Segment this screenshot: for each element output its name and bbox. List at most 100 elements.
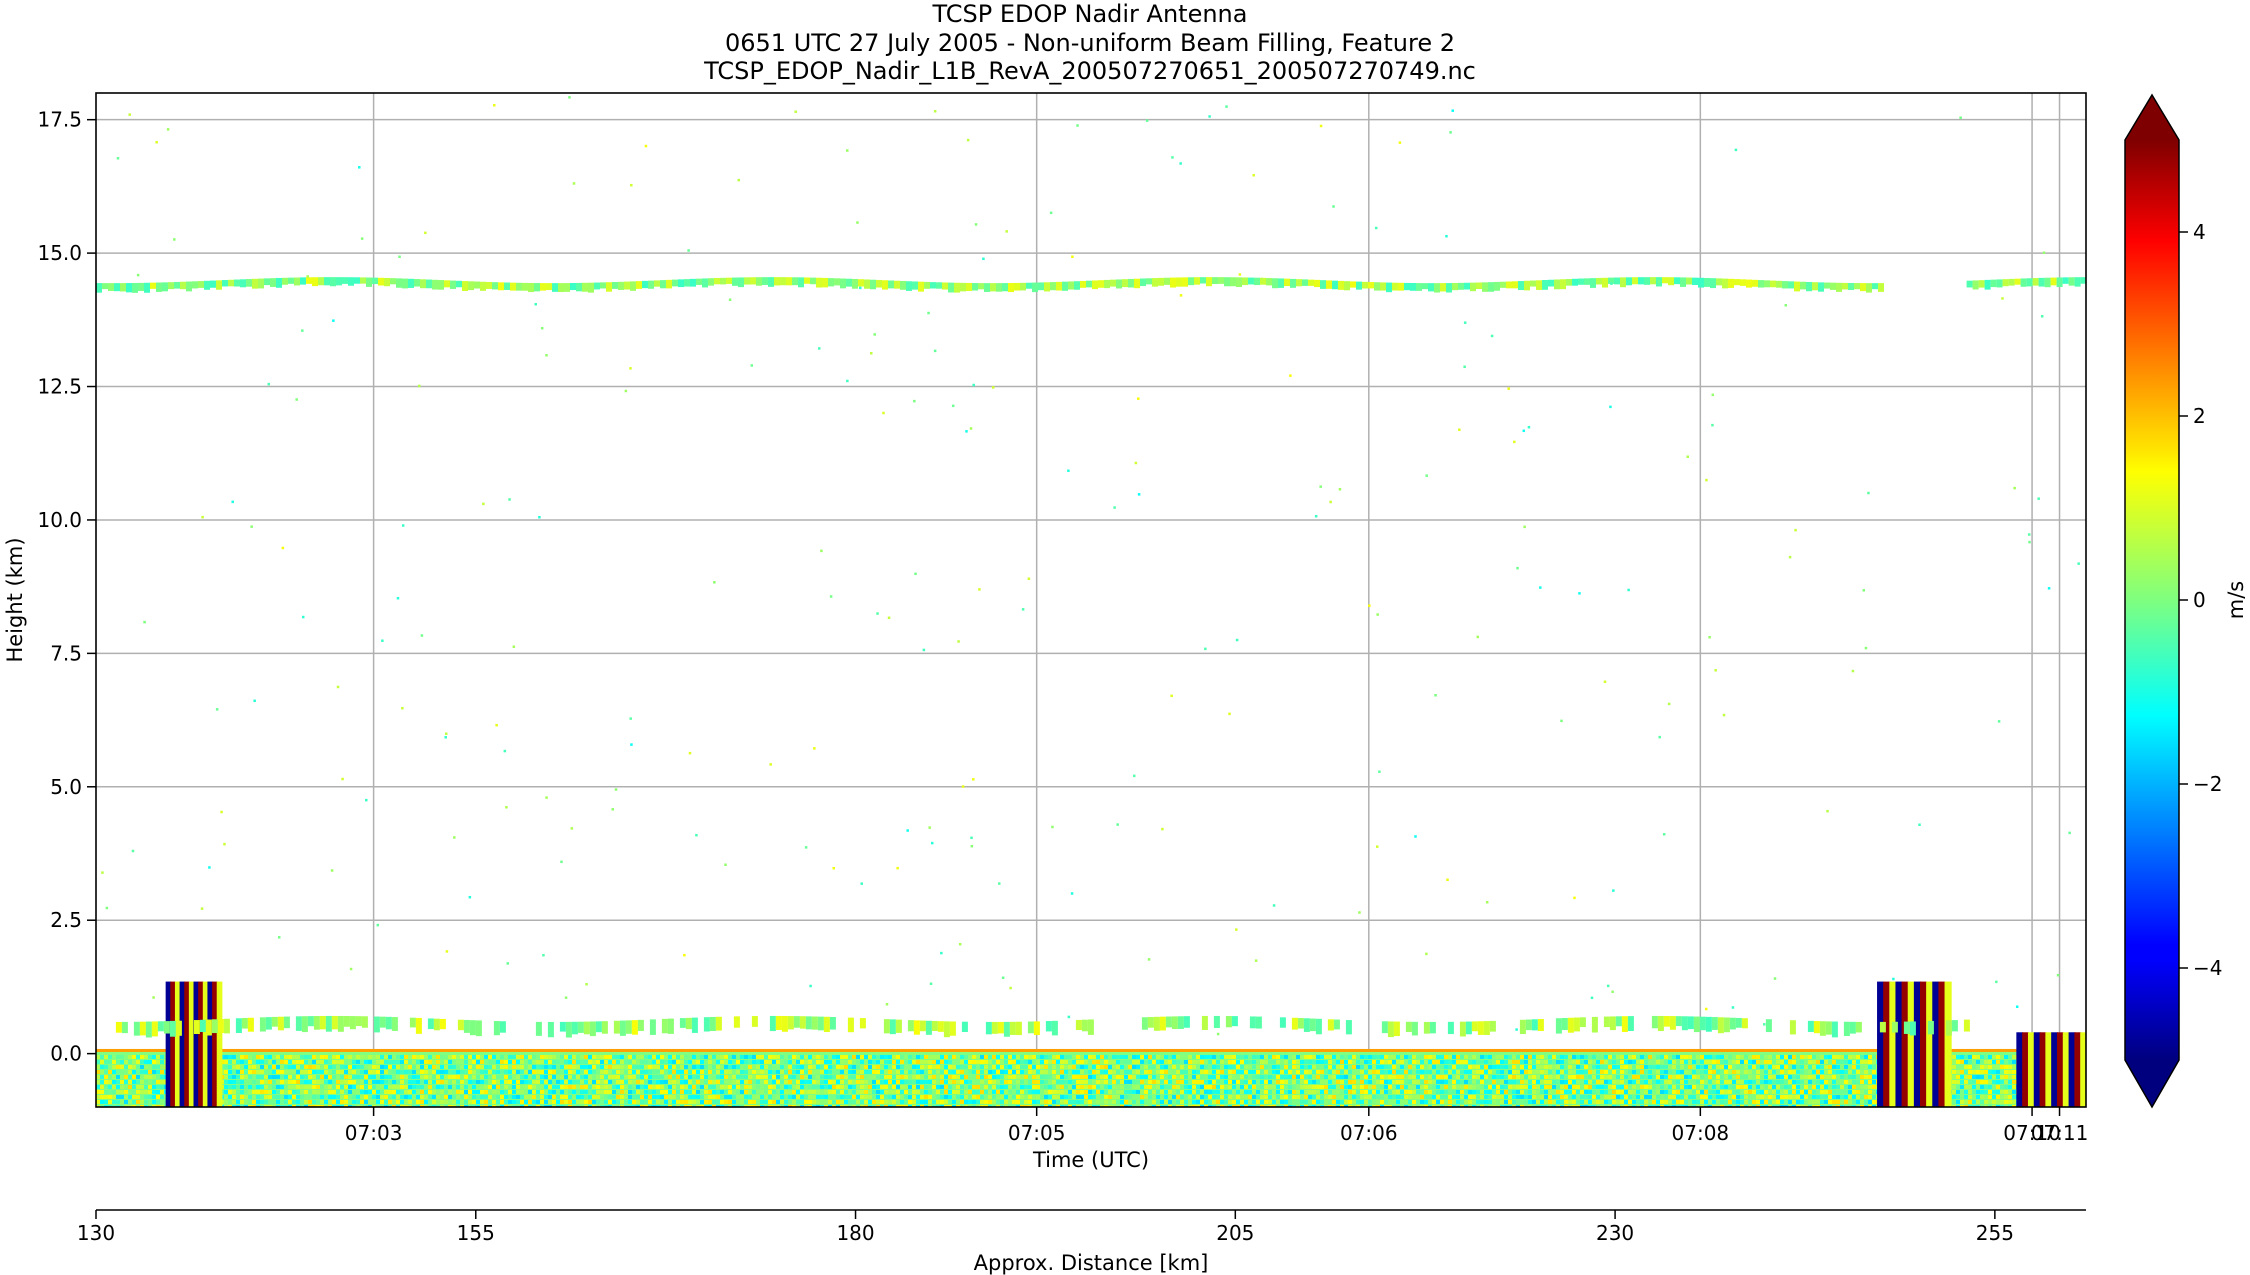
surface-cell [484, 1064, 488, 1069]
surface-cell [692, 1079, 696, 1084]
surface-cell [112, 1059, 116, 1064]
surface-cell [1228, 1089, 1232, 1094]
surface-cell [1208, 1089, 1212, 1094]
surface-cell [476, 1094, 480, 1099]
surface-cell [388, 1059, 392, 1064]
surface-cell [292, 1059, 296, 1064]
surface-cell [1008, 1064, 1012, 1069]
surface-cell [1764, 1094, 1768, 1099]
surface-cell [1312, 1099, 1316, 1104]
surface-cell [1416, 1079, 1420, 1084]
surface-cell [696, 1064, 700, 1069]
surface-cell [1424, 1094, 1428, 1099]
surface-cell [1748, 1069, 1752, 1074]
surface-cell [624, 1094, 628, 1099]
surface-cell [1028, 1069, 1032, 1074]
surface-cell [1340, 1099, 1344, 1104]
surface-cell [1356, 1069, 1360, 1074]
surface-cell [360, 1089, 364, 1094]
surface-cell [1504, 1059, 1508, 1064]
surface-cell [1056, 1054, 1060, 1059]
surface-cell [852, 1079, 856, 1084]
surface-cell [632, 1084, 636, 1089]
surface-cell [1496, 1069, 1500, 1074]
surface-cell [1596, 1084, 1600, 1089]
surface-cell [1384, 1099, 1388, 1104]
surface-cell [1480, 1099, 1484, 1104]
surface-cell [1504, 1089, 1508, 1094]
surface-cell [1096, 1089, 1100, 1094]
surface-cell [916, 1079, 920, 1084]
surface-cell [652, 1069, 656, 1074]
surface-cell [816, 1069, 820, 1074]
surface-cell [496, 1094, 500, 1099]
surface-cell [768, 1069, 772, 1074]
surface-cell [1112, 1099, 1116, 1104]
surface-cell [924, 1099, 928, 1104]
surface-cell [1740, 1064, 1744, 1069]
surface-cell [676, 1054, 680, 1059]
surface-cell [1060, 1059, 1064, 1064]
surface-cell [1408, 1084, 1412, 1089]
surface-cell [444, 1059, 448, 1064]
surface-cell [1276, 1084, 1280, 1089]
surface-cell [236, 1079, 240, 1084]
surface-cell [1348, 1094, 1352, 1099]
surface-cell [552, 1064, 556, 1069]
surface-cell [1132, 1099, 1136, 1104]
surface-cell [908, 1074, 912, 1079]
surface-cell [1868, 1094, 1872, 1099]
surface-cell [1504, 1054, 1508, 1059]
surface-cell [1500, 1079, 1504, 1084]
surface-cell [328, 1074, 332, 1079]
surface-cell [1728, 1089, 1732, 1094]
surface-cell [120, 1069, 124, 1074]
surface-cell [552, 1079, 556, 1084]
surface-cell [1780, 1064, 1784, 1069]
surface-cell [472, 1089, 476, 1094]
surface-cell [704, 1054, 708, 1059]
surface-cell [1164, 1054, 1168, 1059]
surface-cell [1804, 1089, 1808, 1094]
surface-cell [828, 1074, 832, 1079]
surface-cell [400, 1079, 404, 1084]
surface-cell [1200, 1069, 1204, 1074]
surface-cell [156, 1059, 160, 1064]
surface-cell [1340, 1059, 1344, 1064]
surface-cell [868, 1094, 872, 1099]
surface-cell [632, 1099, 636, 1104]
surface-cell [1112, 1069, 1116, 1074]
surface-cell [1308, 1084, 1312, 1089]
surface-cell [1464, 1054, 1468, 1059]
surface-cell [1076, 1094, 1080, 1099]
surface-cell [1680, 1074, 1684, 1079]
surface-cell [1708, 1079, 1712, 1084]
surface-cell [136, 1094, 140, 1099]
surface-cell [1716, 1094, 1720, 1099]
surface-cell [148, 1089, 152, 1094]
surface-cell [1328, 1069, 1332, 1074]
surface-cell [1868, 1089, 1872, 1094]
surface-cell [1312, 1079, 1316, 1084]
surface-cell [1848, 1084, 1852, 1089]
surface-cell [544, 1089, 548, 1094]
surface-cell [1836, 1059, 1840, 1064]
surface-cell [1724, 1069, 1728, 1074]
surface-cell [156, 1074, 160, 1079]
surface-cell [1624, 1059, 1628, 1064]
surface-cell [1028, 1054, 1032, 1059]
surface-cell [696, 1079, 700, 1084]
surface-cell [1176, 1099, 1180, 1104]
surface-cell [108, 1079, 112, 1084]
surface-cell [1796, 1059, 1800, 1064]
surface-cell [1288, 1074, 1292, 1079]
surface-cell [1768, 1099, 1772, 1104]
surface-cell [1456, 1074, 1460, 1079]
surface-cell [564, 1054, 568, 1059]
surface-cell [1004, 1069, 1008, 1074]
surface-cell [968, 1069, 972, 1074]
surface-cell [1864, 1064, 1868, 1069]
surface-cell [784, 1059, 788, 1064]
surface-cell [1492, 1069, 1496, 1074]
surface-cell [1576, 1054, 1580, 1059]
